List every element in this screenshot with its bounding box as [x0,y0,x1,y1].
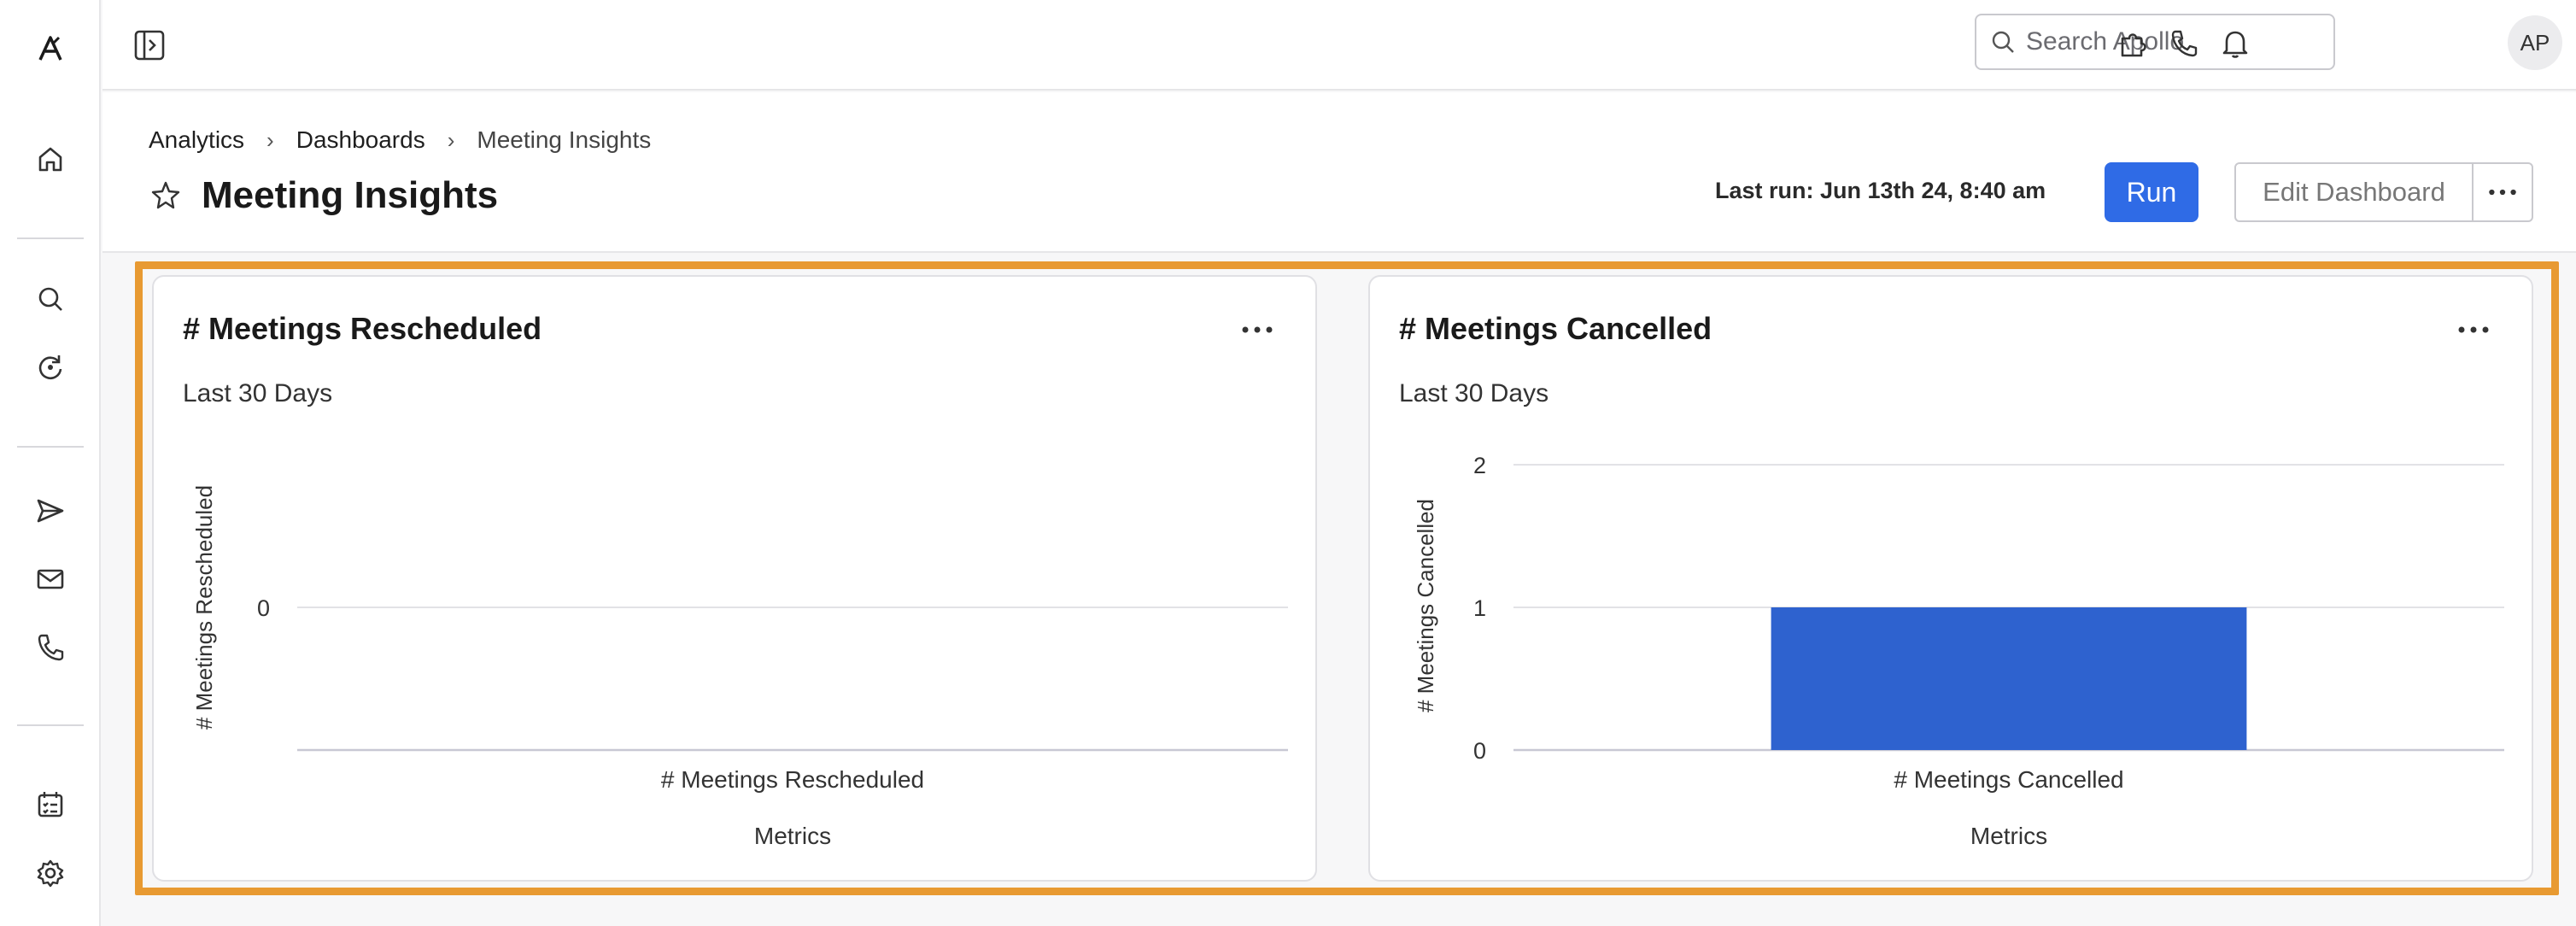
x-tick-label: # Meetings Cancelled [1894,766,2123,793]
x-tick-label: # Meetings Rescheduled [661,766,924,793]
calendar-tasks-icon[interactable] [23,777,78,832]
breadcrumb-dashboards[interactable]: Dashboards [296,126,425,154]
top-bar: AP [102,0,2576,91]
y-tick-label: 1 [1473,595,1486,621]
breadcrumb-analytics[interactable]: Analytics [149,126,244,154]
y-tick-label: 2 [1473,453,1486,478]
notification-bell-icon[interactable] [2214,22,2257,65]
search-box[interactable] [1975,14,2335,70]
breadcrumb: Analytics › Dashboards › Meeting Insight… [149,126,651,154]
chart-card-cancelled: # Meetings Cancelled Last 30 Days 0 1 2 # M… [1368,275,2533,882]
search-icon [1992,31,2014,53]
chevron-right-icon: › [266,126,274,153]
extension-puzzle-icon[interactable] [2111,22,2154,65]
chevron-right-icon: › [447,126,455,153]
breadcrumb-current: Meeting Insights [477,126,652,153]
run-button[interactable]: Run [2105,162,2198,222]
sidebar-divider [17,446,84,448]
favorite-star-icon[interactable] [149,179,183,213]
bar-chart-cancelled: 0 1 2 # Meetings Cancelled Metrics # Meetings… [1413,453,2504,849]
settings-gear-icon[interactable] [23,846,78,900]
sidebar-toggle-icon[interactable] [128,24,171,67]
phone-icon[interactable] [2163,22,2205,65]
sidebar-divider [17,237,84,239]
y-tick-label: 0 [1473,738,1486,764]
x-axis-title: Metrics [1970,823,2047,849]
y-tick-label: 0 [257,595,270,621]
edit-dashboard-button[interactable]: Edit Dashboard [2234,162,2474,222]
sidebar-divider [17,724,84,726]
apollo-logo-icon[interactable] [23,21,78,75]
dashboard-header: Analytics › Dashboards › Meeting Insight… [102,92,2576,253]
mail-icon[interactable] [23,552,78,607]
send-icon[interactable] [23,484,78,538]
last-run-timestamp: Last run: Jun 13th 24, 8:40 am [1715,178,2046,203]
sync-icon[interactable] [23,340,78,395]
bar-chart-rescheduled: 0 # Meetings Rescheduled Metrics # Meetings… [191,485,1288,849]
x-axis-title: Metrics [754,823,831,849]
phone-icon[interactable] [23,620,78,675]
home-icon[interactable] [23,132,78,186]
more-options-icon[interactable] [2472,162,2533,222]
bar [1771,607,2247,750]
user-avatar[interactable]: AP [2508,15,2562,70]
search-icon[interactable] [23,272,78,326]
chart-card-rescheduled: # Meetings Rescheduled Last 30 Days 0 # M… [152,275,1317,882]
y-axis-title: # Meetings Rescheduled [191,485,217,730]
y-axis-title: # Meetings Cancelled [1413,499,1438,712]
page-title: Meeting Insights [202,174,499,216]
sidebar [0,0,101,926]
